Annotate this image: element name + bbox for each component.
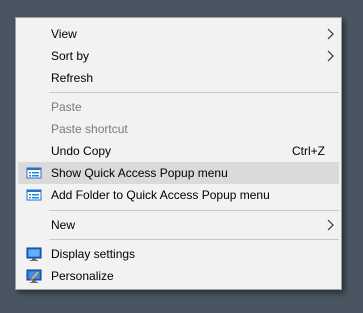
menu-item-label: Show Quick Access Popup menu — [51, 166, 228, 180]
menu-item-display-settings[interactable]: Display settings — [18, 243, 339, 265]
menu-item-label: Display settings — [51, 247, 136, 261]
quick-access-popup-icon — [26, 167, 42, 179]
quick-access-popup-icon — [26, 189, 42, 201]
submenu-arrow-icon — [327, 50, 334, 62]
menu-item-add-folder-quick-access-popup[interactable]: Add Folder to Quick Access Popup menu — [18, 184, 339, 206]
menu-item-undo-copy[interactable]: Undo Copy Ctrl+Z — [18, 140, 339, 162]
menu-item-label: Paste — [51, 100, 82, 114]
menu-item-label: Sort by — [51, 49, 90, 63]
submenu-arrow-icon — [327, 28, 334, 40]
menu-separator — [49, 239, 339, 240]
menu-item-label: Add Folder to Quick Access Popup menu — [51, 188, 270, 202]
menu-item-label: View — [51, 27, 77, 41]
menu-item-label: Paste shortcut — [51, 122, 128, 136]
menu-item-show-quick-access-popup[interactable]: Show Quick Access Popup menu — [18, 162, 339, 184]
menu-item-personalize[interactable]: Personalize — [18, 265, 339, 287]
desktop-context-menu: View Sort by Refresh Paste Paste shortcu… — [15, 17, 342, 290]
menu-separator — [49, 210, 339, 211]
menu-item-new[interactable]: New — [18, 214, 339, 236]
menu-item-label: New — [51, 218, 76, 232]
menu-item-label: Undo Copy — [51, 144, 112, 158]
display-settings-icon — [26, 247, 42, 261]
menu-item-shortcut: Ctrl+Z — [292, 144, 325, 158]
submenu-arrow-icon — [327, 219, 334, 231]
menu-item-refresh[interactable]: Refresh — [18, 67, 339, 89]
menu-item-view[interactable]: View — [18, 23, 339, 45]
menu-separator — [49, 92, 339, 93]
menu-item-paste[interactable]: Paste — [18, 96, 339, 118]
menu-item-paste-shortcut[interactable]: Paste shortcut — [18, 118, 339, 140]
menu-item-sort-by[interactable]: Sort by — [18, 45, 339, 67]
menu-item-label: Refresh — [51, 71, 94, 85]
personalize-icon — [26, 269, 42, 283]
menu-item-label: Personalize — [51, 269, 114, 283]
